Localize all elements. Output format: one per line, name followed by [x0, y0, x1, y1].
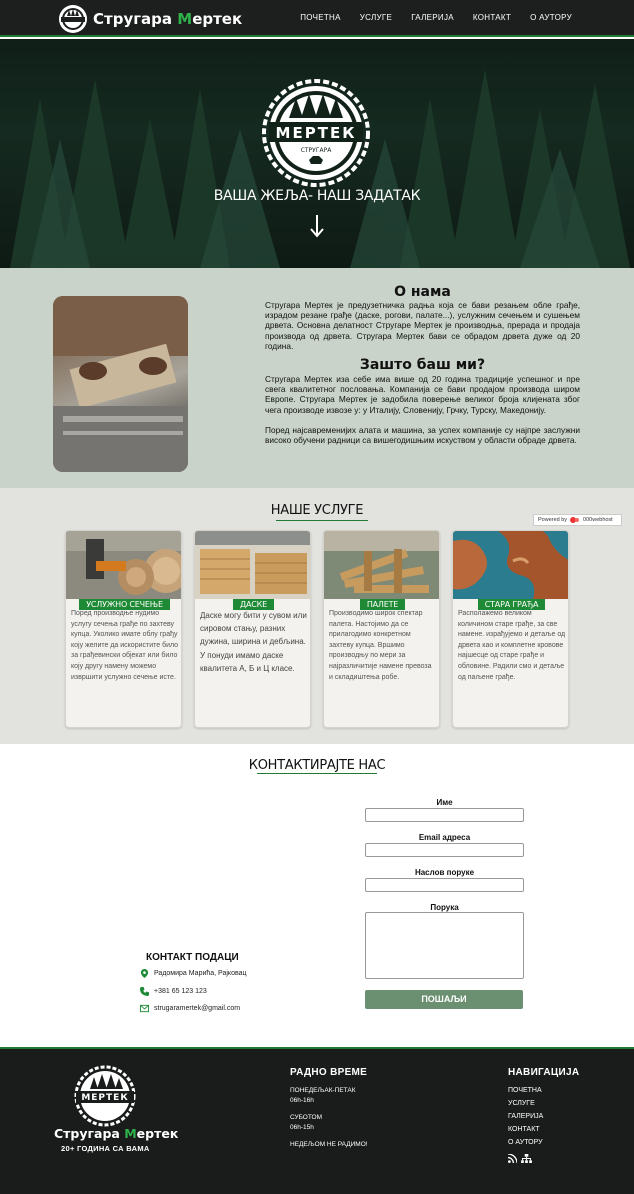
sunday-closed: НЕДЕЉОМ НЕ РАДИМО!	[290, 1141, 368, 1148]
service-card-boards[interactable]: ДАСКЕ Даске могу бити у сувом или сирово…	[194, 530, 311, 728]
about-title: О нама	[394, 284, 451, 300]
footer-brand-text-rest: ертек	[136, 1126, 179, 1141]
subject-input[interactable]	[365, 878, 524, 892]
service-card-cutting[interactable]: УСЛУЖНО СЕЧЕЊЕ Поред производње нудимо у…	[65, 530, 182, 728]
footer: МЕРТЕК Стругара Мертек 20+ ГОДИНА СА ВАМ…	[0, 1047, 634, 1194]
contact-address: Радомира Марића, Рајковац	[154, 970, 247, 977]
service-card-old-timber[interactable]: СТАРА ГРАЂА Располажемо великом количино…	[452, 530, 569, 728]
saturday-label: СУБОТОМ	[290, 1114, 323, 1121]
subject-label: Наслов поруке	[414, 868, 475, 877]
top-navbar: Стругара Мертек ПОЧЕТНА УСЛУГЕ ГАЛЕРИЈА …	[0, 0, 634, 37]
contact-phone[interactable]: +381 65 123 123	[154, 988, 207, 995]
email-label: Email адреса	[418, 833, 471, 842]
services-section: НАШЕ УСЛУГЕ Powered by 000webhost УСЛУЖН…	[0, 488, 634, 744]
service-image-cutting	[66, 531, 181, 599]
nav-links: ПОЧЕТНА УСЛУГЕ ГАЛЕРИЈА КОНТАКТ О АУТОРУ	[300, 13, 572, 22]
message-label: Порука	[430, 903, 459, 912]
powered-by-text: Powered by	[538, 517, 568, 523]
contact-address-row: Радомира Марића, Рајковац	[140, 969, 247, 978]
footer-brand-m: М	[124, 1126, 137, 1141]
service-image-pallets	[324, 531, 439, 599]
contact-email-row: strugaramertek@gmail.com	[140, 1004, 240, 1013]
weekday-label: ПОНЕДЕЉАК-ПЕТАК	[290, 1087, 356, 1094]
service-description: Располажемо великом количином старе грађ…	[458, 610, 566, 681]
about-section: О нама Стругара Мертек је предузетничка …	[0, 268, 634, 488]
service-description: Даске могу бити у сувом или сировом стањ…	[200, 611, 307, 673]
why-us-text-1: Стругара Мертек иза себе има више од 20 …	[265, 374, 580, 415]
weekday-hours: 06h-16h	[290, 1097, 314, 1104]
rss-icon[interactable]	[508, 1154, 517, 1163]
map-pin-icon	[140, 969, 149, 978]
services-title-underline	[276, 520, 368, 521]
service-description: Поред производње нудимо услугу сечења гр…	[71, 610, 179, 681]
mertek-emblem-logo: МЕРТЕК СТРУГАРА	[262, 79, 370, 187]
send-button[interactable]: ПОШАЉИ	[365, 990, 523, 1009]
contact-title: КОНТАКТИРАЈТЕ НАС	[248, 758, 386, 773]
footer-brand-text: Стругара	[54, 1126, 125, 1141]
name-label: Име	[436, 798, 453, 807]
arrow-down-icon[interactable]	[309, 213, 325, 239]
saw-blade-logo-icon[interactable]	[58, 4, 88, 34]
powered-by-badge[interactable]: Powered by 000webhost	[533, 514, 622, 526]
sitemap-icon[interactable]	[521, 1154, 532, 1163]
nav-link-contact[interactable]: КОНТАКТ	[473, 13, 511, 22]
phone-icon	[140, 987, 149, 996]
service-image-boards	[195, 531, 310, 599]
footer-nav-home[interactable]: ПОЧЕТНА	[508, 1087, 542, 1094]
footer-nav-contact[interactable]: КОНТАКТ	[508, 1126, 540, 1133]
nav-link-home[interactable]: ПОЧЕТНА	[300, 13, 341, 22]
footer-subtitle: 20+ ГОДИНА СА ВАМА	[61, 1144, 150, 1153]
brand-text-rest: ертек	[192, 10, 243, 28]
contact-phone-row: +381 65 123 123	[140, 987, 207, 996]
contact-section: КОНТАКТИРАЈТЕ НАС Име Email адреса Насло…	[0, 744, 634, 1047]
nav-brand[interactable]: Стругара Мертек	[93, 10, 242, 28]
webhost-name: 000webhost	[583, 517, 613, 523]
nav-link-author[interactable]: О АУТОРУ	[530, 13, 572, 22]
brand-text: Стругара	[93, 10, 178, 28]
nav-link-services[interactable]: УСЛУГЕ	[360, 13, 392, 22]
footer-nav-author[interactable]: О АУТОРУ	[508, 1139, 543, 1146]
footer-emblem-logo: МЕРТЕК	[74, 1065, 136, 1127]
hero-slogan: ВАША ЖЕЉА- НАШ ЗАДАТАК	[213, 188, 421, 204]
mail-icon	[140, 1004, 149, 1013]
brand-m: М	[177, 10, 193, 28]
service-image-old-timber	[453, 531, 568, 599]
contact-email[interactable]: strugaramertek@gmail.com	[154, 1005, 240, 1012]
email-input[interactable]	[365, 843, 524, 857]
message-textarea[interactable]	[365, 912, 524, 979]
footer-brand: Стругара Мертек	[54, 1126, 178, 1141]
footer-icons	[508, 1154, 532, 1163]
service-description: Производимо широк спектар палета. Настој…	[329, 610, 432, 681]
emblem-text: МЕРТЕК	[276, 124, 357, 142]
nav-link-gallery[interactable]: ГАЛЕРИЈА	[411, 13, 454, 22]
footer-nav-title: НАВИГАЦИЈА	[508, 1067, 580, 1078]
about-text: Стругара Мертек је предузетничка радња к…	[265, 300, 580, 351]
footer-emblem-text: МЕРТЕК	[81, 1093, 128, 1103]
hero-section: МЕРТЕК СТРУГАРА ВАША ЖЕЉА- НАШ ЗАДАТАК	[0, 39, 634, 268]
hours-title: РАДНО ВРЕМЕ	[290, 1067, 368, 1078]
footer-nav-gallery[interactable]: ГАЛЕРИЈА	[508, 1113, 543, 1120]
webhost-logo-icon	[570, 517, 580, 523]
saturday-hours: 06h-15h	[290, 1124, 314, 1131]
service-card-pallets[interactable]: ПАЛЕТЕ Производимо широк спектар палета.…	[323, 530, 440, 728]
contact-info-title: КОНТАКТ ПОДАЦИ	[146, 952, 239, 963]
contact-title-underline	[257, 773, 377, 774]
footer-nav-services[interactable]: УСЛУГЕ	[508, 1100, 535, 1107]
name-input[interactable]	[365, 808, 524, 822]
woodworker-photo	[53, 296, 188, 472]
why-us-title: Зашто баш ми?	[359, 357, 486, 373]
emblem-small-text: СТРУГАРА	[301, 147, 333, 154]
why-us-text-2: Поред најсавременијих алата и машина, за…	[265, 425, 580, 446]
